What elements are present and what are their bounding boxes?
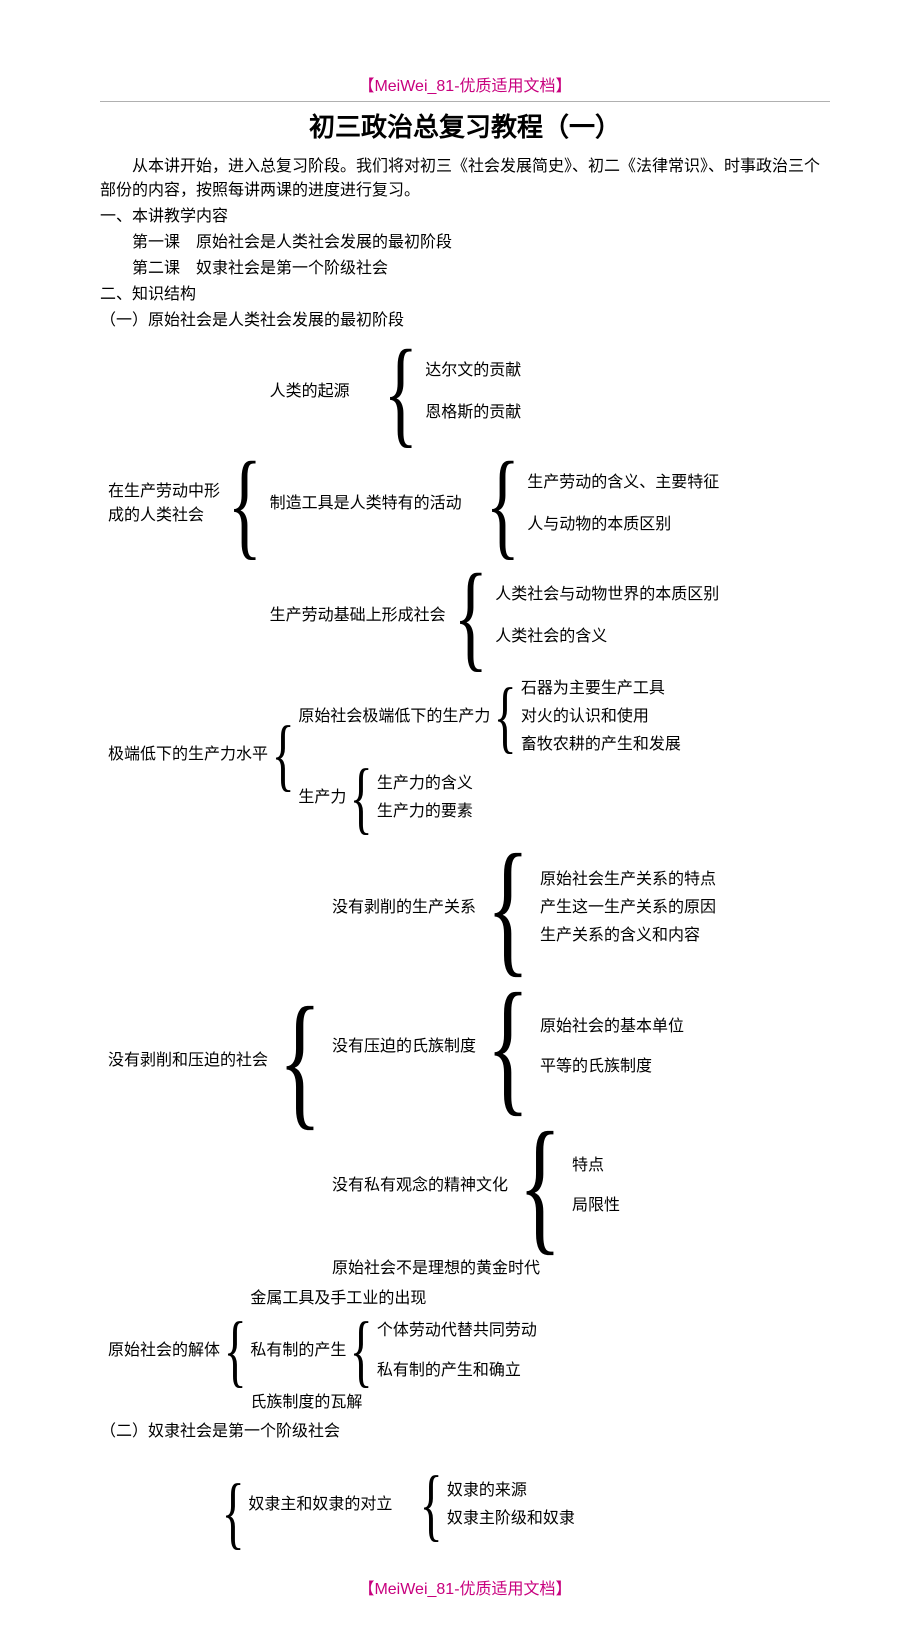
- tree-root-label: 没有剥削和压迫的社会: [108, 1049, 270, 1073]
- tree-root-label: 极端低下的生产力水平: [108, 743, 270, 767]
- leaf-features: 特点: [572, 1154, 620, 1178]
- leaf-labor-meaning: 生产劳动的含义、主要特征: [527, 471, 719, 495]
- lesson-1: 第一课 原始社会是人类社会发展的最初阶段: [132, 231, 830, 255]
- branch-label: 没有压迫的氏族制度: [332, 1035, 478, 1059]
- leaf-relations-features: 原始社会生产关系的特点: [540, 868, 716, 892]
- branch-label: 私有制的产生: [250, 1339, 348, 1363]
- document-page: 【MeiWei_81-优质适用文档】 初三政治总复习教程（一） 从本讲开始，进入…: [0, 0, 920, 1632]
- leaf-limitations: 局限性: [572, 1194, 620, 1218]
- leaf-relations-meaning: 生产关系的含义和内容: [540, 924, 716, 948]
- leaf-productivity-meaning: 生产力的含义: [377, 772, 473, 796]
- brace-icon: {: [350, 1315, 373, 1387]
- tree-slave-society: { 奴隶主和奴隶的对立 { 奴隶的来源 奴隶主阶级和奴隶: [220, 1468, 830, 1558]
- leaf-metal-tools: 金属工具及手工业的出现: [250, 1287, 536, 1311]
- branch-clan-system: 没有压迫的氏族制度 { 原始社会的基本单位 平等的氏族制度: [332, 979, 716, 1114]
- branch-spiritual-culture: 没有私有观念的精神文化 { 特点 局限性: [332, 1118, 716, 1253]
- document-title: 初三政治总复习教程（一）: [100, 108, 830, 147]
- brace-icon: {: [228, 450, 263, 558]
- header-watermark: 【MeiWei_81-优质适用文档】: [100, 75, 830, 102]
- leaf-farming: 畜牧农耕的产生和发展: [521, 733, 681, 757]
- tree-productivity: 极端低下的生产力水平 { 原始社会极端低下的生产力 { 石器为主要生产工具 对火…: [108, 675, 830, 835]
- subsection-2-2: （二）奴隶社会是第一个阶级社会: [100, 1420, 830, 1444]
- leaf-equal-clan: 平等的氏族制度: [540, 1055, 684, 1079]
- brace-icon: {: [486, 840, 529, 975]
- tree-root-label: 原始社会的解体: [108, 1339, 222, 1363]
- leaf-slave-origin: 奴隶的来源: [447, 1479, 575, 1503]
- leaf-clan-collapse: 氏族制度的瓦解: [250, 1391, 536, 1415]
- leaf-stone-tools: 石器为主要生产工具: [521, 677, 681, 701]
- brace-icon: {: [518, 1118, 561, 1253]
- subsection-2-1: （一）原始社会是人类社会发展的最初阶段: [100, 309, 830, 333]
- branch-primitive-productivity: 原始社会极端低下的生产力 { 石器为主要生产工具 对火的认识和使用 畜牧农耕的产…: [298, 676, 680, 758]
- branch-label: 原始社会极端低下的生产力: [298, 705, 492, 729]
- tree-labor-society: 在生产劳动中形 成的人类社会 { 人类的起源 { 达尔文的贡献 恩格斯的贡献 制…: [108, 337, 830, 671]
- leaf-basic-unit: 原始社会的基本单位: [540, 1015, 684, 1039]
- leaf-darwin: 达尔文的贡献: [425, 359, 521, 383]
- branch-label: 生产劳动基础上形成社会: [270, 604, 448, 628]
- tree-disintegration: 原始社会的解体 { 金属工具及手工业的出现 私有制的产生 { 个体劳动代替共同劳…: [108, 1286, 830, 1416]
- leaf-society-meaning: 人类社会的含义: [495, 625, 719, 649]
- brace-icon: {: [494, 681, 517, 753]
- brace-icon: {: [485, 450, 520, 558]
- lesson-2: 第二课 奴隶社会是第一个阶级社会: [132, 257, 830, 281]
- branch-tool-making: 制造工具是人类特有的活动 { 生产劳动的含义、主要特征 人与动物的本质区别: [270, 450, 720, 558]
- tree-no-exploitation: 没有剥削和压迫的社会 { 没有剥削的生产关系 { 原始社会生产关系的特点 产生这…: [108, 839, 830, 1282]
- leaf-relations-cause: 产生这一生产关系的原因: [540, 896, 716, 920]
- brace-icon: {: [278, 993, 321, 1128]
- leaf-individual-labor: 个体劳动代替共同劳动: [377, 1319, 537, 1343]
- branch-label: 没有剥削的生产关系: [332, 896, 478, 920]
- intro-paragraph: 从本讲开始，进入总复习阶段。我们将对初三《社会发展简史》、初二《法律常识》、时事…: [100, 155, 830, 203]
- branch-master-slave: 奴隶主和奴隶的对立 { 奴隶的来源 奴隶主阶级和奴隶: [248, 1469, 574, 1541]
- tree-root-label: 在生产劳动中形 成的人类社会: [108, 480, 222, 528]
- branch-human-origin: 人类的起源 { 达尔文的贡献 恩格斯的贡献: [270, 338, 720, 446]
- leaf-productivity-elements: 生产力的要素: [377, 800, 473, 824]
- footer-watermark: 【MeiWei_81-优质适用文档】: [100, 1578, 830, 1602]
- brace-icon: {: [350, 762, 373, 834]
- leaf-fire: 对火的认识和使用: [521, 705, 681, 729]
- branch-private-ownership: 私有制的产生 { 个体劳动代替共同劳动 私有制的产生和确立: [250, 1315, 536, 1387]
- brace-icon: {: [224, 1315, 247, 1387]
- section-2-heading: 二、知识结构: [100, 283, 830, 307]
- branch-label: 没有私有观念的精神文化: [332, 1174, 510, 1198]
- leaf-engels: 恩格斯的贡献: [425, 401, 521, 425]
- leaf-society-animal-diff: 人类社会与动物世界的本质区别: [495, 583, 719, 607]
- branch-label: 生产力: [298, 786, 348, 810]
- branch-label: 奴隶主和奴隶的对立: [248, 1493, 394, 1517]
- branch-label: 制造工具是人类特有的活动: [270, 492, 464, 516]
- branch-production-relations: 没有剥削的生产关系 { 原始社会生产关系的特点 产生这一生产关系的原因 生产关系…: [332, 840, 716, 975]
- leaf-private-established: 私有制的产生和确立: [377, 1359, 537, 1383]
- branch-labor-society: 生产劳动基础上形成社会 { 人类社会与动物世界的本质区别 人类社会的含义: [270, 562, 720, 670]
- brace-icon: {: [486, 979, 529, 1114]
- brace-icon: {: [222, 1477, 245, 1549]
- label-line-1: 在生产劳动中形: [108, 480, 220, 504]
- brace-icon: {: [383, 338, 418, 446]
- branch-label: 人类的起源: [270, 380, 352, 404]
- brace-icon: {: [453, 562, 488, 670]
- leaf-human-animal-diff: 人与动物的本质区别: [527, 513, 719, 537]
- brace-icon: {: [420, 1469, 443, 1541]
- leaf-slave-classes: 奴隶主阶级和奴隶: [447, 1507, 575, 1531]
- brace-icon: {: [272, 719, 295, 791]
- section-1-heading: 一、本讲教学内容: [100, 205, 830, 229]
- label-line-2: 成的人类社会: [108, 504, 220, 528]
